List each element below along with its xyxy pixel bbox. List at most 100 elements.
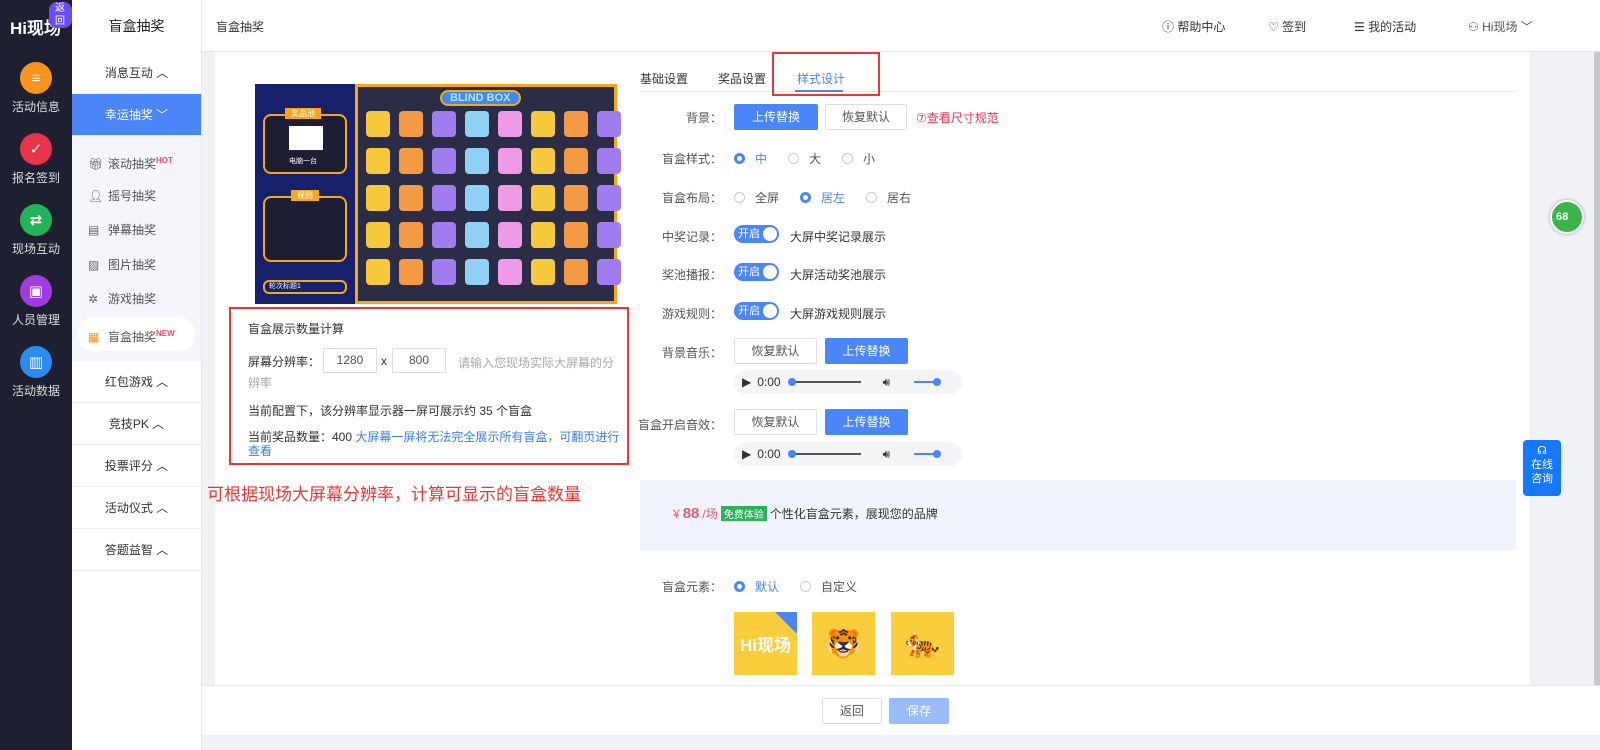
layout-radio-left[interactable]: 居左 — [800, 189, 845, 206]
rail-item-people[interactable]: ▣ 人员管理 — [0, 275, 72, 328]
bg-upload-button[interactable]: 上传替换 — [734, 104, 818, 130]
sub-item-number[interactable]: 👤︎ 摇号抽奖 — [72, 179, 201, 214]
scrollbar[interactable] — [1594, 52, 1600, 685]
tab-prizes[interactable]: 奖品设置 — [718, 70, 766, 87]
list-icon: ☰ — [1354, 20, 1365, 34]
element-thumb-logo[interactable]: Hi现场 — [734, 612, 797, 675]
back-badge[interactable]: 返回 — [49, 2, 72, 28]
calc-title: 盲盒展示数量计算 — [248, 322, 345, 336]
capacity-text: 当前配置下，该分辨率显示器一屏可展示约 35 个盲盒 — [248, 404, 533, 418]
tab-basic[interactable]: 基础设置 — [640, 70, 688, 87]
layout-radio-full[interactable]: 全屏 — [734, 189, 779, 206]
free-trial-tag[interactable]: 免费体验 — [720, 506, 767, 521]
play-icon[interactable]: ▶ — [742, 375, 751, 389]
nav-group-ceremony[interactable]: 活动仪式 ︿ — [72, 487, 201, 529]
sound-reset-button[interactable]: 恢复默认 — [734, 409, 817, 435]
music-label: 背景音乐： — [661, 346, 722, 360]
checkin-link[interactable]: ♡ 签到 — [1268, 18, 1306, 35]
location-icon: ♡ — [1268, 20, 1279, 34]
nav-group-pk[interactable]: 竞技PK ︿ — [72, 403, 201, 445]
progress-slider[interactable] — [787, 378, 861, 386]
music-upload-button[interactable]: 上传替换 — [825, 338, 908, 364]
checkin-label: 签到 — [1282, 20, 1307, 34]
interact-icon: ⇄ — [20, 204, 52, 236]
sub-item-game[interactable]: ✲ 游戏抽奖 — [72, 282, 201, 317]
online-consult-button[interactable]: ☊ 在线咨询 — [1523, 440, 1561, 496]
sub-item-image[interactable]: ▨ 图片抽奖 — [72, 248, 201, 283]
play-icon[interactable]: ▶ — [742, 447, 751, 461]
new-badge: NEW — [156, 328, 175, 338]
nav-group-quiz[interactable]: 答题益智 ︿ — [72, 529, 201, 571]
bg-reset-button[interactable]: 恢复默认 — [825, 104, 907, 130]
sound-upload-button[interactable]: 上传替换 — [825, 409, 908, 435]
style-radio-large[interactable]: 大 — [788, 150, 821, 167]
rail-item-info[interactable]: ≡ 活动信息 — [0, 62, 72, 115]
price: 88 — [682, 505, 700, 522]
blind-box — [432, 259, 456, 285]
floating-badge[interactable]: 68 — [1550, 200, 1584, 234]
blind-box — [597, 111, 621, 137]
nav-group-redpacket[interactable]: 红包游戏 ︿ — [72, 361, 201, 403]
info-icon: ⓘ — [1162, 20, 1175, 34]
chevron-up-icon: ︿ — [156, 66, 169, 80]
sound-player[interactable]: ▶ 0:00 🔊︎ — [734, 442, 962, 466]
wheel-icon: ✲ — [88, 292, 99, 306]
tiger-icon: 🐯 — [826, 628, 861, 659]
radio-label: 自定义 — [821, 580, 858, 594]
promo-desc: 个性化盲盒元素，展现您的品牌 — [769, 507, 938, 521]
nav-group-lucky[interactable]: 幸运抽奖 ﹀ — [72, 94, 201, 136]
rules-switch[interactable]: 开启 — [734, 302, 779, 320]
user-menu[interactable]: ⚇ Hi现场 ﹀ — [1468, 18, 1533, 35]
user-icon: 👤︎ — [88, 188, 104, 203]
message-icon: ▤ — [88, 223, 100, 237]
prize-pool-card: 奖品池 电脑一台 — [263, 108, 347, 174]
sub-item-rolling[interactable]: 🎁︎ 滚动抽奖HOT — [72, 144, 201, 179]
elements-radio-custom[interactable]: 自定义 — [800, 578, 857, 595]
nav-group-label: 答题益智 — [104, 543, 153, 557]
help-center-link[interactable]: ⓘ 帮助中心 — [1162, 18, 1225, 35]
volume-slider[interactable] — [914, 378, 942, 386]
round-select[interactable]: 轮次标题1 — [263, 280, 347, 294]
radio-label: 居左 — [821, 191, 846, 205]
volume-slider[interactable] — [914, 450, 942, 458]
chevron-up-icon: ︿ — [156, 459, 169, 473]
style-radio-small[interactable]: 小 — [842, 150, 875, 167]
style-radio-medium[interactable]: 中 — [734, 150, 767, 167]
sub-item-danmaku[interactable]: ▤ 弹幕抽奖 — [72, 213, 201, 248]
volume-icon[interactable]: 🔊︎ — [883, 375, 891, 390]
progress-slider[interactable] — [787, 450, 861, 458]
nav-group-message[interactable]: 消息互动 ︿ — [72, 52, 201, 94]
nav-title: 盲盒抽奖 — [108, 18, 165, 34]
rail-item-signup[interactable]: ✓ 报名签到 — [0, 133, 72, 186]
blind-box — [597, 185, 621, 211]
nav-group-vote[interactable]: 投票评分 ︿ — [72, 445, 201, 487]
save-button[interactable]: 保存 — [889, 698, 949, 724]
chevron-up-icon: ︿ — [156, 501, 169, 515]
rail-item-interact[interactable]: ⇄ 现场互动 — [0, 204, 72, 257]
pool-switch[interactable]: 开启 — [734, 263, 779, 281]
record-desc: 大屏中奖记录展示 — [790, 230, 887, 244]
size-spec-label: 查看尺寸规范 — [926, 111, 999, 125]
blind-box-banner: BLIND BOX — [440, 90, 521, 106]
rail-item-data[interactable]: ▥ 活动数据 — [0, 346, 72, 399]
element-thumb-fortune-tiger[interactable]: 🐅 — [891, 612, 954, 675]
style-label: 盲盒样式： — [661, 152, 722, 166]
sub-label: 摇号抽奖 — [108, 188, 157, 203]
music-player[interactable]: ▶ 0:00 🔊︎ — [734, 370, 962, 394]
layout-radio-right[interactable]: 居右 — [866, 189, 911, 206]
elements-radio-default[interactable]: 默认 — [734, 578, 779, 595]
rail-label: 现场互动 — [11, 242, 60, 256]
record-switch[interactable]: 开启 — [734, 225, 779, 243]
radio-label: 默认 — [755, 580, 780, 594]
sub-item-blindbox[interactable]: ▦ 盲盒抽奖NEW — [78, 316, 195, 351]
volume-icon[interactable]: 🔊︎ — [883, 447, 891, 462]
music-reset-button[interactable]: 恢复默认 — [734, 338, 817, 364]
back-button[interactable]: 返回 — [822, 698, 882, 724]
element-thumb-tiger[interactable]: 🐯 — [812, 612, 875, 675]
blind-box — [498, 148, 522, 174]
thumb-logo-text: Hi现场 — [740, 636, 791, 655]
my-activity-link[interactable]: ☰ 我的活动 — [1354, 18, 1416, 35]
size-spec-link[interactable]: ⑦查看尺寸规范 — [916, 109, 999, 126]
rules-label: 游戏规则： — [661, 307, 722, 321]
blind-box — [597, 148, 621, 174]
